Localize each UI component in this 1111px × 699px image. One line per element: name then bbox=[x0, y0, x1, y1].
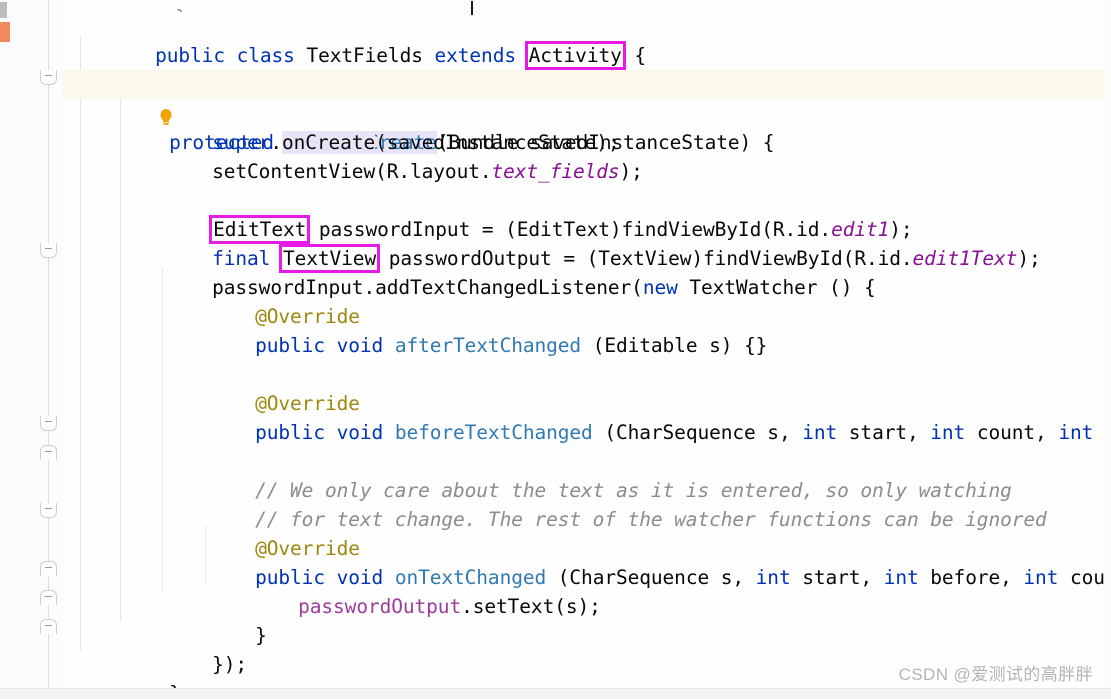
code-line-0[interactable]: } bbox=[62, 0, 1111, 12]
code-line-17-comment[interactable]: // for text change. The rest of the watc… bbox=[62, 476, 1111, 531]
code-line-3-oncreate-decl[interactable]: protected void onCreate(Bundle savedInst… bbox=[62, 70, 1111, 154]
code-line-19-ontextchanged[interactable]: public void onTextChanged (CharSequence … bbox=[62, 534, 1111, 589]
code-line-4-super-oncreate[interactable]: super.onCreate(savedInstanceState); bbox=[62, 99, 1111, 154]
fold-handle-ontextchanged[interactable] bbox=[40, 503, 57, 518]
code-line-22-close-listener[interactable]: }); bbox=[62, 621, 1111, 676]
code-line-18-override[interactable]: @Override bbox=[62, 505, 1111, 560]
bottom-strip bbox=[0, 688, 1111, 699]
code-line-9-addtextchangedlistener[interactable]: passwordInput.addTextChangedListener(new… bbox=[62, 244, 1111, 299]
editor-right-margin bbox=[1105, 0, 1111, 699]
code-line-13-override[interactable]: @Override bbox=[62, 360, 1111, 415]
code-line-10-override[interactable]: @Override bbox=[62, 273, 1111, 328]
editor-text-area[interactable]: } public class TextFields extends Activi… bbox=[62, 0, 1111, 699]
code-line-12-blank[interactable] bbox=[62, 331, 1111, 360]
lightbulb-icon[interactable] bbox=[42, 76, 172, 125]
code-line-8-textview-decl[interactable]: final TextView passwordOutput = (TextVie… bbox=[62, 215, 1111, 273]
fold-handle-aftertextchanged[interactable] bbox=[40, 416, 57, 431]
code-line-6-blank[interactable] bbox=[62, 157, 1111, 186]
code-line-15-blank[interactable] bbox=[62, 418, 1111, 447]
code-line-14-beforetextchanged[interactable]: public void beforeTextChanged (CharSeque… bbox=[62, 389, 1111, 444]
code-line-11-aftertextchanged[interactable]: public void afterTextChanged (Editable s… bbox=[62, 302, 1111, 357]
text-caret bbox=[471, 1, 473, 15]
csdn-watermark: CSDN @爱测试的高胖胖 bbox=[898, 665, 1093, 684]
fold-handle-close-a[interactable] bbox=[40, 445, 57, 460]
code-line-5-setcontentview[interactable]: setContentView(R.layout.text_fields); bbox=[62, 128, 1111, 183]
fold-handle-close-c[interactable] bbox=[40, 590, 57, 605]
code-line-20-settext[interactable]: passwordOutput.setText(s); bbox=[62, 563, 1111, 618]
fold-handle-close-d[interactable] bbox=[40, 619, 57, 634]
fold-handle-close-b[interactable] bbox=[40, 561, 57, 576]
code-line-7-edittext-decl[interactable]: EditText passwordInput = (EditText)findV… bbox=[62, 186, 1111, 244]
code-line-2-override[interactable]: @Override bbox=[62, 41, 1111, 96]
fold-handle-textwatcher[interactable] bbox=[40, 243, 57, 258]
code-line-21-close-brace[interactable]: } bbox=[62, 592, 1111, 647]
editor-gutter[interactable] bbox=[0, 0, 37, 699]
gutter-marker-gray[interactable] bbox=[0, 2, 7, 18]
gutter-marker-orange-warning[interactable] bbox=[0, 22, 10, 42]
code-editor-screen: } public class TextFields extends Activi… bbox=[0, 0, 1111, 699]
code-line-16-comment[interactable]: // We only care about the text as it is … bbox=[62, 447, 1111, 502]
code-line-1-class-decl[interactable]: public class TextFields extends Activity… bbox=[62, 1, 1111, 70]
